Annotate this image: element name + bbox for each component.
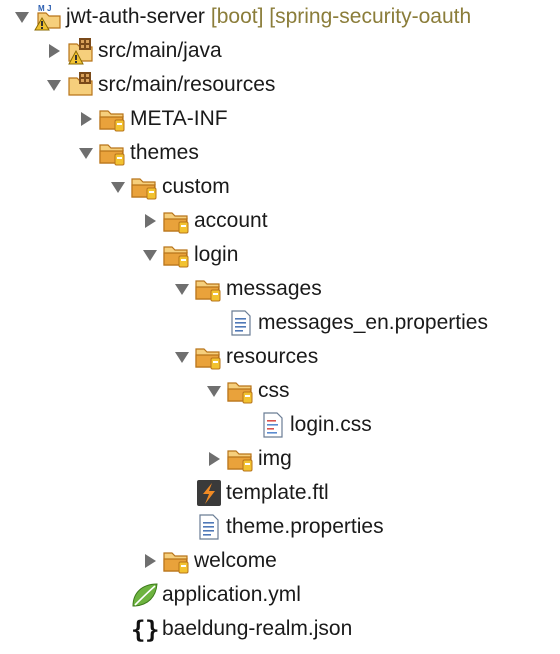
tree-item[interactable]: resources	[174, 340, 318, 374]
collapsed-arrow-icon[interactable]	[142, 553, 158, 569]
folder-icon	[226, 377, 256, 405]
tree-item-label: jwt-auth-server	[66, 5, 205, 28]
tree-item-label: messages_en.properties	[258, 311, 488, 334]
tree-item[interactable]: themes	[78, 136, 199, 170]
expanded-arrow-icon[interactable]	[110, 179, 126, 195]
source-folder-icon	[66, 71, 96, 99]
tree-item-label: custom	[162, 175, 230, 198]
folder-icon	[130, 173, 160, 201]
tree-item[interactable]: { } baeldung-realm.json	[110, 612, 352, 646]
json-file-icon: { }	[130, 615, 160, 644]
folder-icon	[98, 105, 128, 133]
tree-item[interactable]: login	[142, 238, 238, 272]
css-file-icon	[258, 411, 288, 439]
svg-text:}: }	[145, 616, 159, 643]
tree-item[interactable]: account	[142, 204, 268, 238]
tree-item[interactable]: theme.properties	[174, 510, 384, 544]
expanded-arrow-icon[interactable]	[174, 349, 190, 365]
expanded-arrow-icon[interactable]	[46, 77, 62, 93]
tree-item-label: META-INF	[130, 107, 228, 130]
collapsed-arrow-icon[interactable]	[206, 451, 222, 467]
tree-item[interactable]: messages	[174, 272, 322, 306]
tree-item-label: css	[258, 379, 290, 402]
tree-item[interactable]: META-INF	[78, 102, 228, 136]
tree-item-label: theme.properties	[226, 515, 384, 538]
folder-icon	[194, 343, 224, 371]
project-explorer-tree: M J jwt-auth-server [boot] [spring-securi…	[0, 0, 560, 654]
expanded-arrow-icon[interactable]	[206, 383, 222, 399]
expanded-arrow-icon[interactable]	[174, 281, 190, 297]
tree-item[interactable]: custom	[110, 170, 230, 204]
tree-item[interactable]: messages_en.properties	[206, 306, 488, 340]
freemarker-file-icon	[194, 479, 224, 507]
tree-item[interactable]: template.ftl	[174, 476, 329, 510]
collapsed-arrow-icon[interactable]	[142, 213, 158, 229]
folder-icon	[162, 547, 192, 575]
tree-item-label: baeldung-realm.json	[162, 617, 353, 640]
folder-icon	[162, 207, 192, 235]
tree-item-label: application.yml	[162, 583, 301, 606]
tree-item-label: account	[194, 209, 268, 232]
collapsed-arrow-icon[interactable]	[78, 111, 94, 127]
svg-text:J: J	[47, 4, 51, 13]
tree-item-label: themes	[130, 141, 199, 164]
tree-item[interactable]: application.yml	[110, 578, 301, 612]
tree-item-label: src/main/java	[98, 39, 222, 62]
tree-item-label: login	[194, 243, 239, 266]
source-folder-warning-icon	[66, 37, 96, 65]
expanded-arrow-icon[interactable]	[78, 145, 94, 161]
svg-text:M: M	[38, 4, 45, 13]
folder-icon	[194, 275, 224, 303]
tree-item-label: img	[258, 447, 292, 470]
tree-item[interactable]: img	[206, 442, 292, 476]
folder-icon	[162, 241, 192, 269]
tree-item[interactable]: login.css	[238, 408, 372, 442]
project-decorator-label: [boot] [spring-security-oauth	[210, 5, 472, 28]
tree-item-label: welcome	[194, 549, 277, 572]
tree-item-label: src/main/resources	[98, 73, 276, 96]
properties-file-icon	[194, 513, 224, 541]
tree-item[interactable]: welcome	[142, 544, 277, 578]
tree-item[interactable]: css	[206, 374, 290, 408]
maven-project-warning-icon: M J	[34, 3, 64, 31]
tree-item-label: template.ftl	[226, 481, 329, 504]
collapsed-arrow-icon[interactable]	[46, 43, 62, 59]
expanded-arrow-icon[interactable]	[14, 9, 30, 25]
folder-icon	[98, 139, 128, 167]
tree-item-label: resources	[226, 345, 319, 368]
spring-yml-file-icon	[130, 581, 160, 609]
properties-file-icon	[226, 309, 256, 337]
folder-icon	[226, 445, 256, 473]
expanded-arrow-icon[interactable]	[142, 247, 158, 263]
svg-text:{: {	[131, 616, 145, 643]
tree-item[interactable]: src/main/java	[46, 34, 222, 68]
tree-item[interactable]: M J jwt-auth-server [boot] [spring-securi…	[14, 0, 471, 34]
tree-item-label: login.css	[290, 413, 372, 436]
tree-item-label: messages	[226, 277, 322, 300]
tree-item[interactable]: src/main/resources	[46, 68, 275, 102]
